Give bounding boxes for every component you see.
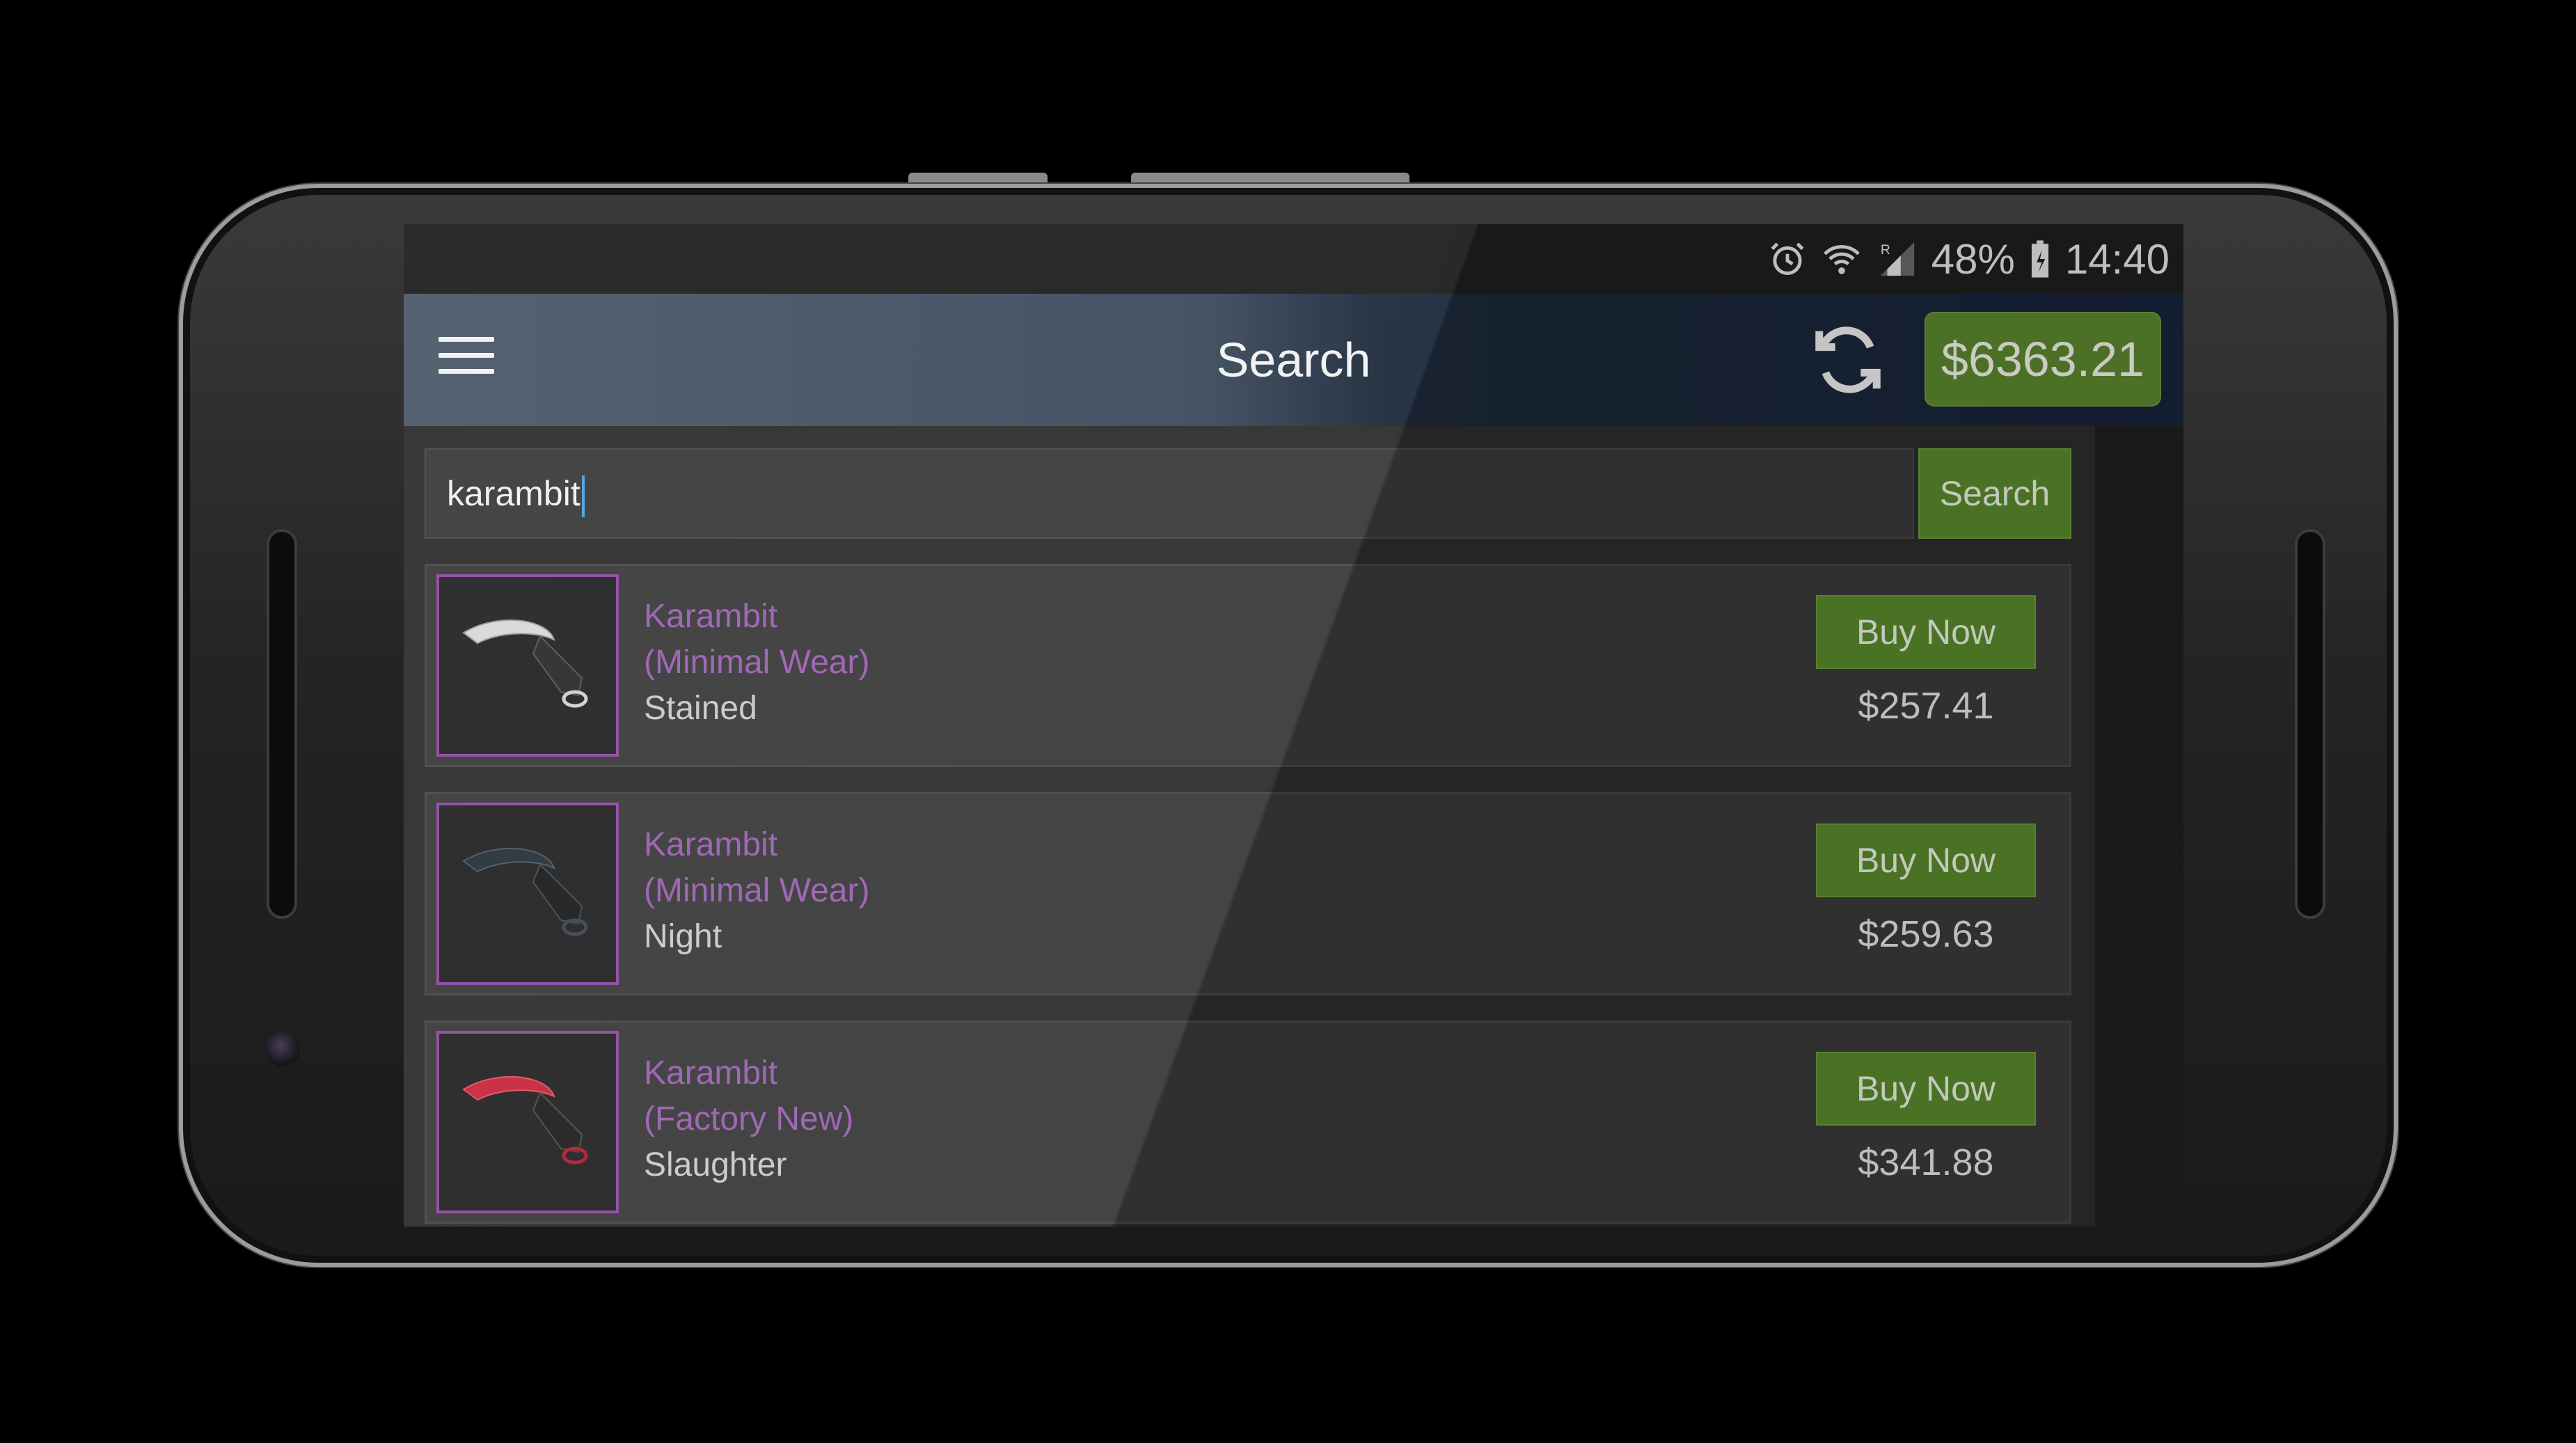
item-skin: Stained [644, 690, 757, 727]
menu-icon[interactable] [438, 337, 494, 379]
item-skin: Slaughter [644, 1146, 787, 1183]
item-price: $259.63 [1858, 913, 1994, 955]
list-item[interactable]: Karambit (Minimal Wear) Stained Buy Now … [425, 564, 2071, 767]
list-item[interactable]: Karambit (Factory New) Slaughter Buy Now… [425, 1020, 2071, 1224]
text-caret [581, 475, 585, 517]
phone-side-button [908, 173, 1048, 182]
right-gutter [2095, 426, 2183, 1227]
karambit-knife-icon [462, 847, 588, 936]
phone-camera [265, 1032, 300, 1066]
item-price: $341.88 [1858, 1142, 1994, 1183]
stage: R 48% 14:40 Search $6363.21 karambit Sea… [0, 0, 2576, 1443]
item-skin: Night [644, 918, 722, 955]
status-icons: R 48% 14:40 [1767, 224, 2170, 294]
search-results-panel: karambit Search Karambit (Minimal Wear) … [404, 426, 2095, 1227]
svg-text:R: R [1881, 243, 1890, 258]
wallet-balance-button[interactable]: $6363.21 [1925, 312, 2161, 407]
item-wear: (Minimal Wear) [644, 872, 870, 909]
phone-volume-button [1131, 173, 1409, 182]
phone-speaker-right [2295, 529, 2325, 919]
item-name: Karambit [644, 1055, 778, 1091]
item-thumbnail [436, 574, 619, 757]
buy-now-button[interactable]: Buy Now [1816, 1052, 2036, 1126]
alarm-icon [1767, 239, 1808, 279]
phone-speaker-left [267, 529, 297, 919]
refresh-icon[interactable] [1810, 322, 1886, 398]
battery-percent: 48% [1931, 235, 2015, 283]
wifi-icon [1820, 239, 1863, 279]
buy-now-button[interactable]: Buy Now [1816, 595, 2036, 669]
item-name: Karambit [644, 598, 778, 635]
item-price: $257.41 [1858, 685, 1994, 727]
karambit-knife-icon [462, 1075, 588, 1165]
item-wear: (Factory New) [644, 1101, 854, 1137]
item-thumbnail [436, 1031, 619, 1213]
search-button[interactable]: Search [1918, 448, 2071, 539]
search-input[interactable]: karambit [425, 448, 1914, 539]
buy-now-button[interactable]: Buy Now [1816, 823, 2036, 897]
item-thumbnail [436, 803, 619, 985]
search-input-value: karambit [447, 474, 580, 513]
battery-icon [2028, 239, 2053, 279]
app-bar: Search $6363.21 [404, 294, 2183, 426]
status-bar: R 48% 14:40 [404, 224, 2183, 294]
page-title: Search [1216, 333, 1371, 387]
clock: 14:40 [2064, 235, 2170, 283]
screen: R 48% 14:40 Search $6363.21 karambit Sea… [404, 224, 2183, 1227]
item-name: Karambit [644, 826, 778, 863]
list-item[interactable]: Karambit (Minimal Wear) Night Buy Now $2… [425, 792, 2071, 995]
signal-icon: R [1876, 239, 1919, 279]
karambit-knife-icon [462, 619, 588, 708]
item-wear: (Minimal Wear) [644, 644, 870, 681]
